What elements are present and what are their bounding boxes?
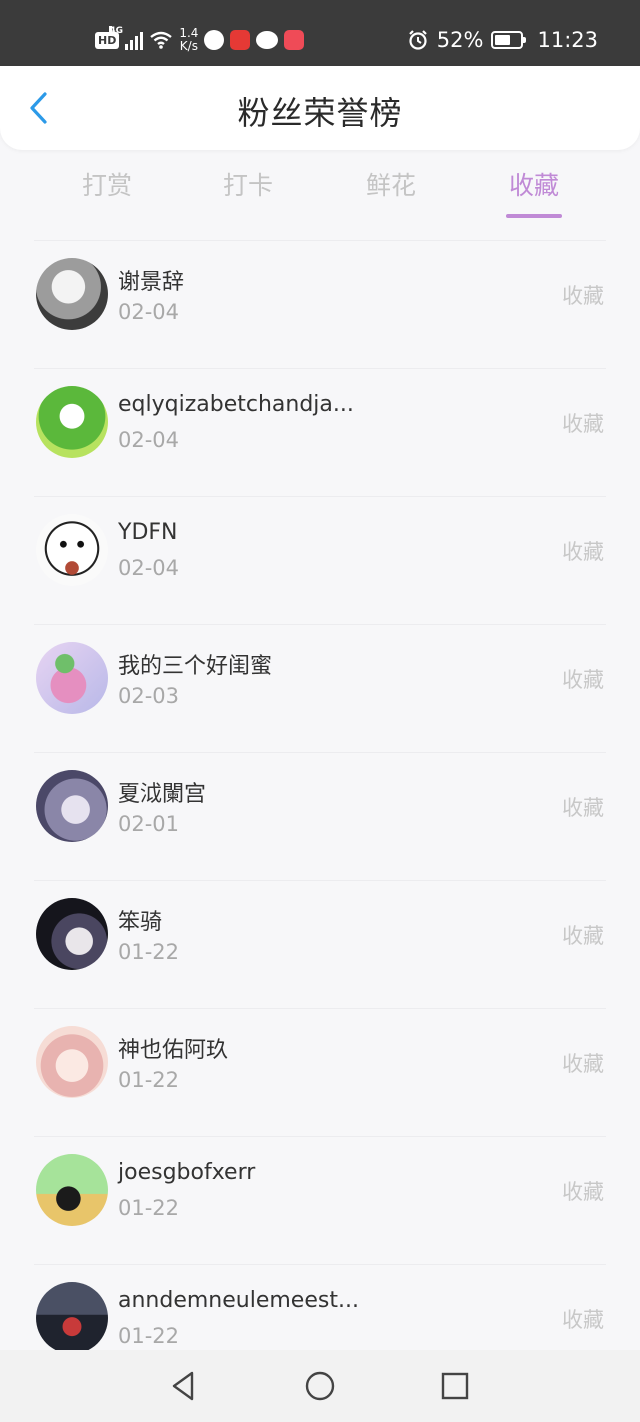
divider [34, 880, 606, 881]
clock: 11:23 [537, 28, 598, 52]
divider [34, 1264, 606, 1265]
fan-date: 02-01 [118, 812, 180, 836]
fan-date: 02-04 [118, 428, 180, 452]
fan-name: 谢景辞 [118, 270, 185, 295]
speed-unit: K/s [179, 39, 198, 53]
fan-date: 01-22 [118, 1324, 180, 1348]
system-nav-bar [0, 1350, 640, 1422]
status-bar-left: HD 4G 1.4 K/s [95, 22, 305, 58]
fan-date: 02-04 [118, 556, 180, 580]
action-label: 收藏 [562, 1052, 604, 1076]
fan-name: 夏泧闌宫 [118, 782, 207, 807]
tab-flowers[interactable]: 鲜花 [336, 166, 446, 202]
tab-reward[interactable]: 打赏 [52, 166, 162, 202]
fan-name: joesgbofxerr [118, 1160, 256, 1185]
battery-icon [491, 31, 527, 49]
browser-app-icon [204, 30, 225, 50]
list-item[interactable]: 夏泧闌宫 02-01 收藏 [0, 752, 640, 880]
action-label: 收藏 [562, 284, 604, 308]
action-label: 收藏 [562, 412, 604, 436]
tab-favorites[interactable]: 收藏 [479, 166, 589, 202]
avatar[interactable] [36, 898, 108, 970]
fan-name: eqlyqizabetchandja... [118, 392, 354, 417]
fan-date: 02-03 [118, 684, 180, 708]
divider [34, 1008, 606, 1009]
fan-date: 02-04 [118, 300, 180, 324]
heart-app-icon [230, 30, 251, 50]
list-item[interactable]: YDFN 02-04 收藏 [0, 496, 640, 624]
nav-recents-icon[interactable] [437, 1368, 473, 1404]
status-bar-right: 52% 11:23 [407, 22, 598, 58]
list-item[interactable]: 神也佑阿玖 01-22 收藏 [0, 1008, 640, 1136]
fan-date: 01-22 [118, 1196, 180, 1220]
tab-bar: 打赏 打卡 鲜花 收藏 [0, 160, 640, 230]
network-type: 4G [109, 26, 123, 36]
list-item[interactable]: anndemneulemeest... 01-22 收藏 [0, 1264, 640, 1350]
divider [34, 368, 606, 369]
list-item[interactable]: 我的三个好闺蜜 02-03 收藏 [0, 624, 640, 752]
signal-icon: 4G [109, 26, 144, 50]
network-speed: 1.4 K/s [179, 27, 198, 53]
page-header: 粉丝荣誉榜 [0, 66, 640, 150]
alarm-icon [409, 30, 427, 50]
avatar[interactable] [36, 1282, 108, 1350]
avatar[interactable] [36, 642, 108, 714]
fan-name: anndemneulemeest... [118, 1288, 359, 1313]
fan-name: 笨骑 [118, 910, 163, 935]
speed-value: 1.4 [179, 26, 199, 40]
nav-home-icon[interactable] [302, 1368, 338, 1404]
divider [34, 1136, 606, 1137]
fan-list[interactable]: 谢景辞 02-04 收藏 eqlyqizabetchandja... 02-04… [0, 240, 640, 1350]
action-label: 收藏 [562, 540, 604, 564]
list-item[interactable]: 谢景辞 02-04 收藏 [0, 240, 640, 368]
fan-date: 01-22 [118, 940, 180, 964]
wallet-app-icon [284, 30, 305, 50]
divider [34, 752, 606, 753]
list-item[interactable]: 笨骑 01-22 收藏 [0, 880, 640, 1008]
battery-percent: 52% [436, 28, 484, 52]
page-title: 粉丝荣誉榜 [237, 94, 403, 132]
action-label: 收藏 [562, 668, 604, 692]
action-label: 收藏 [562, 1308, 604, 1332]
avatar[interactable] [36, 386, 108, 458]
action-label: 收藏 [562, 796, 604, 820]
wifi-icon [150, 31, 173, 49]
avatar[interactable] [36, 770, 108, 842]
avatar[interactable] [36, 1154, 108, 1226]
divider [34, 496, 606, 497]
status-bar: HD 4G 1.4 K/s 52% 11:23 [0, 0, 640, 66]
active-tab-indicator [506, 214, 562, 218]
list-item[interactable]: joesgbofxerr 01-22 收藏 [0, 1136, 640, 1264]
divider [34, 240, 606, 241]
chat-bubble-icon [256, 31, 279, 49]
action-label: 收藏 [562, 924, 604, 948]
avatar[interactable] [36, 258, 108, 330]
nav-back-icon[interactable] [166, 1368, 202, 1404]
avatar[interactable] [36, 1026, 108, 1098]
fan-date: 01-22 [118, 1068, 180, 1092]
list-item[interactable]: eqlyqizabetchandja... 02-04 收藏 [0, 368, 640, 496]
divider [34, 624, 606, 625]
tab-checkin[interactable]: 打卡 [193, 166, 303, 202]
fan-name: 神也佑阿玖 [118, 1038, 229, 1063]
action-label: 收藏 [562, 1180, 604, 1204]
fan-name: 我的三个好闺蜜 [118, 654, 273, 679]
fan-name: YDFN [118, 520, 178, 545]
avatar[interactable] [36, 514, 108, 586]
